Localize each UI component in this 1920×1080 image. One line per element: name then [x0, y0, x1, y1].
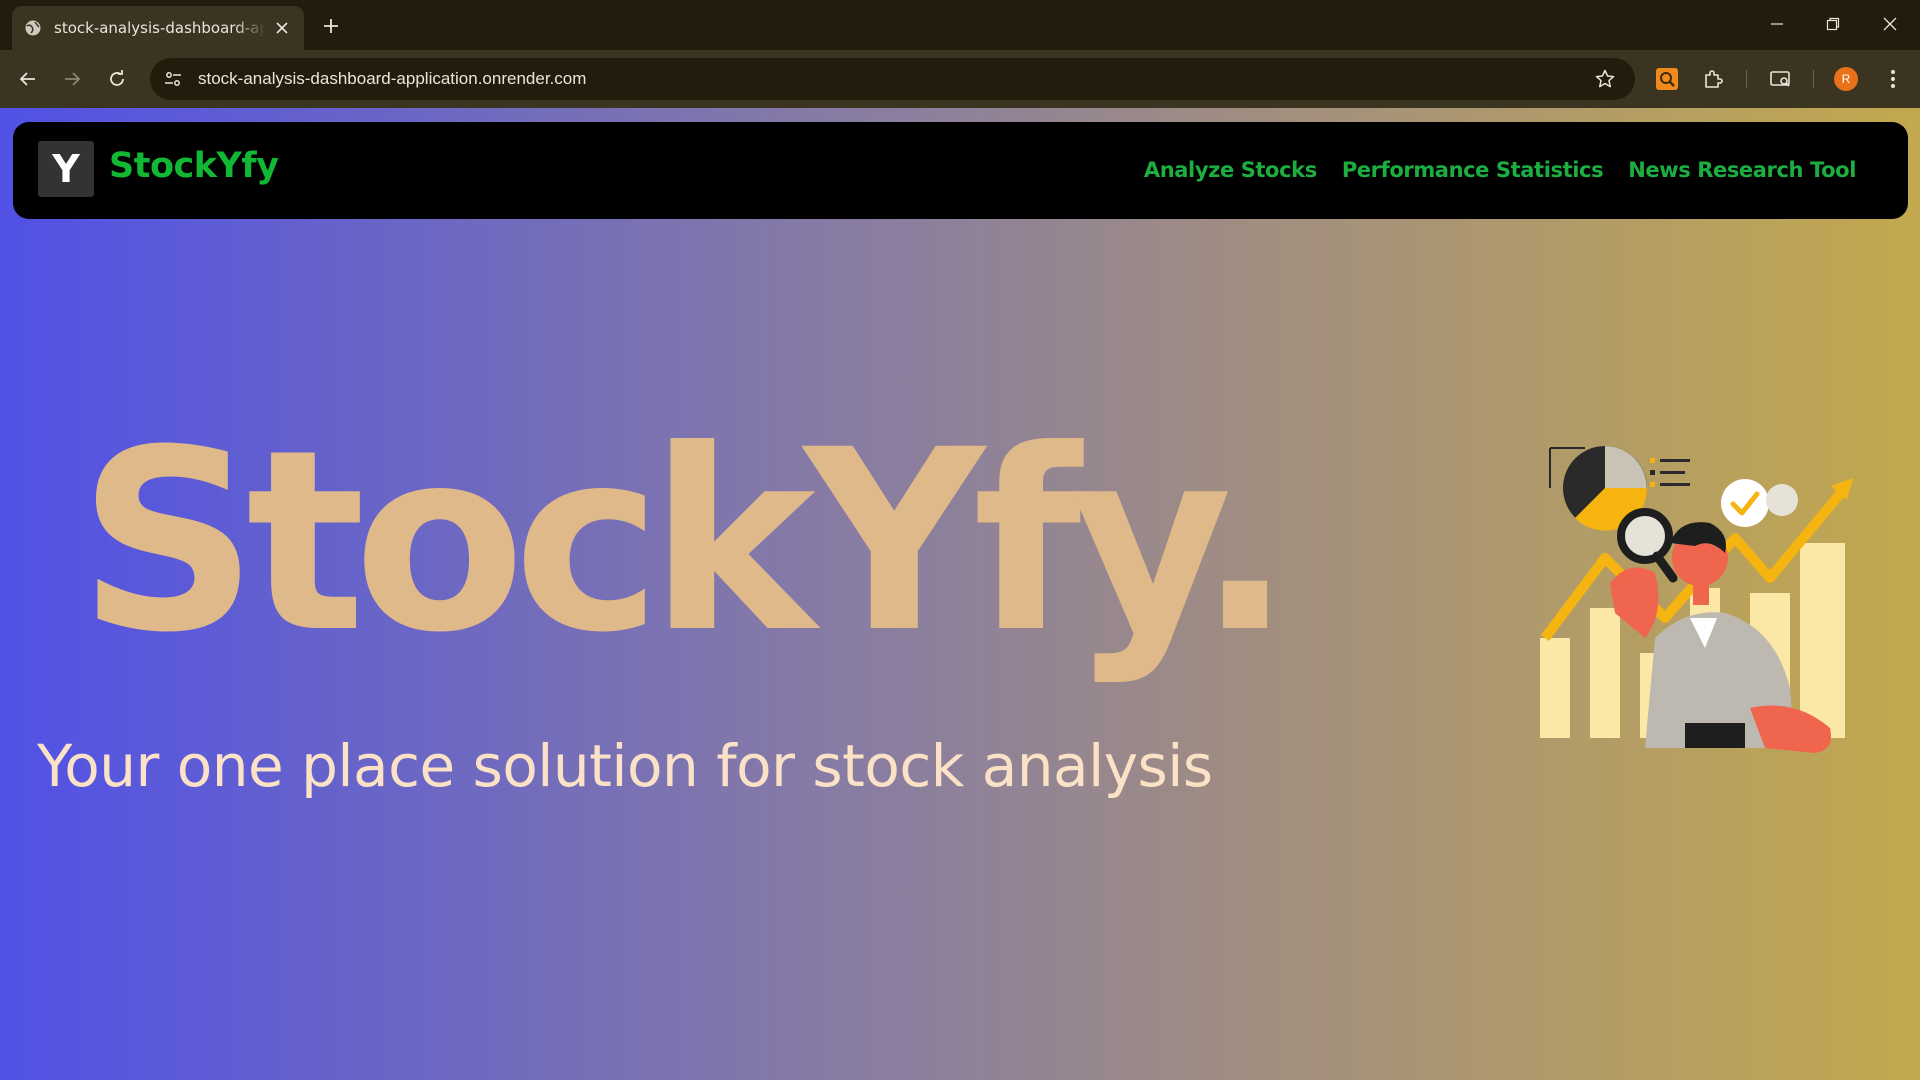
- address-bar[interactable]: stock-analysis-dashboard-application.onr…: [150, 58, 1635, 100]
- close-window-icon[interactable]: [1870, 10, 1910, 38]
- brand-name[interactable]: StockYfy: [109, 146, 279, 186]
- minimize-icon[interactable]: [1757, 10, 1797, 38]
- nav-link-news-research-tool[interactable]: News Research Tool: [1628, 158, 1856, 182]
- browser-tab[interactable]: stock-analysis-dashboard-application.onr…: [12, 6, 304, 50]
- stock-analysis-illustration: [1540, 446, 1853, 753]
- more-menu-icon[interactable]: [1880, 66, 1906, 92]
- reload-icon[interactable]: [102, 64, 132, 94]
- browser-tab-bar: stock-analysis-dashboard-application.onr…: [0, 0, 1920, 50]
- extensions-puzzle-icon[interactable]: [1700, 66, 1726, 92]
- nav-links: Analyze Stocks Performance Statistics Ne…: [1144, 158, 1857, 182]
- nav-link-performance-statistics[interactable]: Performance Statistics: [1342, 158, 1604, 182]
- browser-toolbar: stock-analysis-dashboard-application.onr…: [0, 50, 1920, 108]
- close-tab-icon[interactable]: [272, 18, 292, 38]
- nav-link-analyze-stocks[interactable]: Analyze Stocks: [1144, 158, 1317, 182]
- url-text[interactable]: stock-analysis-dashboard-application.onr…: [198, 69, 586, 89]
- page-content: Y StockYfy Analyze Stocks Performance St…: [0, 108, 1920, 1080]
- tab-search-icon[interactable]: [1768, 66, 1794, 92]
- hero-title: StockYfy.: [78, 396, 1293, 687]
- search-extension-icon[interactable]: [1654, 66, 1680, 92]
- tab-title: stock-analysis-dashboard-application.onr…: [54, 19, 266, 37]
- site-logo[interactable]: Y: [38, 141, 94, 197]
- new-tab-icon[interactable]: [318, 13, 344, 39]
- site-navbar: Y StockYfy Analyze Stocks Performance St…: [13, 122, 1908, 219]
- bookmark-star-icon[interactable]: [1593, 67, 1617, 91]
- toolbar-divider: [1813, 70, 1814, 88]
- back-icon[interactable]: [13, 64, 43, 94]
- restore-icon[interactable]: [1813, 10, 1853, 38]
- forward-icon[interactable]: [57, 64, 87, 94]
- site-info-icon[interactable]: [160, 66, 186, 92]
- hero-tagline: Your one place solution for stock analys…: [37, 732, 1213, 800]
- globe-icon: [24, 19, 42, 37]
- toolbar-divider: [1746, 70, 1747, 88]
- profile-avatar[interactable]: R: [1834, 67, 1858, 91]
